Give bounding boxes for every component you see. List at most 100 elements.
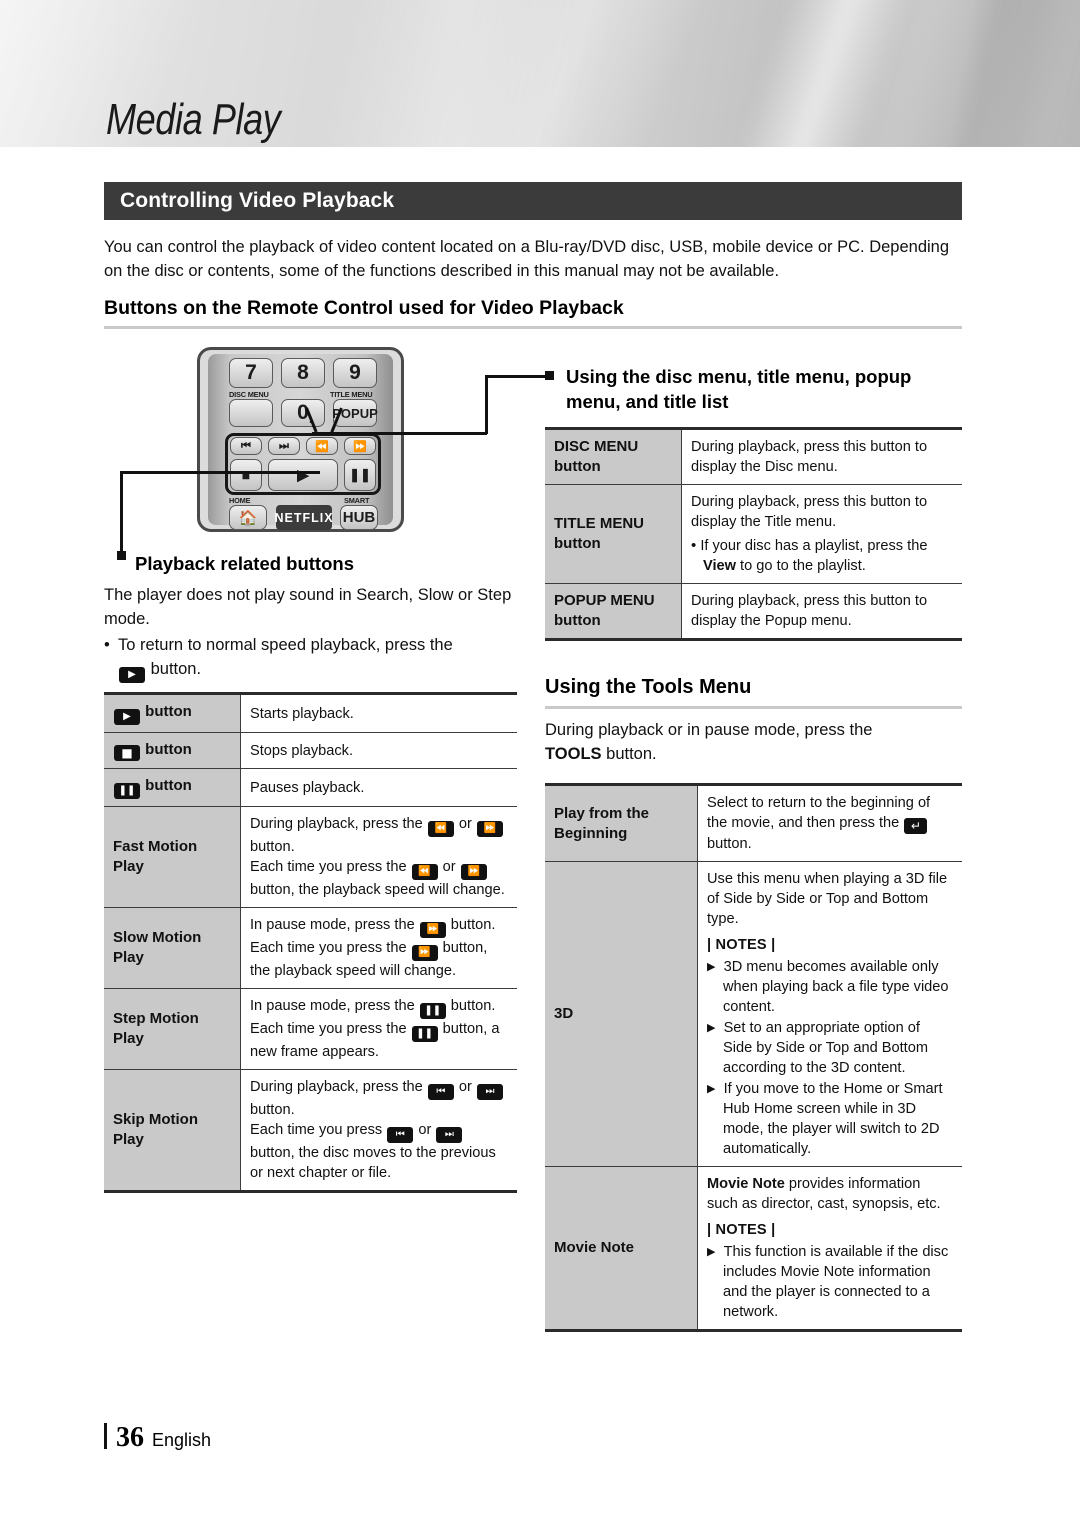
movie-note-emphasis: Movie Note	[707, 1176, 785, 1192]
footer-rule	[104, 1423, 107, 1449]
row-value-text: During playback, press this button to di…	[691, 494, 928, 530]
chapter-title: Media Play	[106, 95, 281, 144]
leader-line-playback-h2	[120, 471, 224, 474]
next-icon: ⏭	[436, 1127, 463, 1143]
leader-square-playback	[117, 551, 126, 560]
previous-icon: ⏮	[427, 1084, 454, 1100]
table-row: POPUP MENU button During playback, press…	[545, 583, 962, 641]
note-text: 3D menu becomes available only when play…	[723, 959, 949, 1015]
section-title: Controlling Video Playback	[120, 189, 395, 212]
next-icon: ⏭	[476, 1084, 503, 1100]
row-value-text: Use this menu when playing a 3D file of …	[707, 871, 948, 927]
table-row: DISC MENU button During playback, press …	[545, 427, 962, 485]
menu-buttons-table: DISC MENU button During playback, press …	[545, 427, 962, 641]
remote-label-home: HOME	[229, 496, 251, 505]
banner-sheen-2	[298, 0, 622, 147]
subsection-heading: Buttons on the Remote Control used for V…	[104, 297, 624, 319]
stop-icon: ■	[114, 745, 140, 761]
playback-note-line1: The player does not play sound in Search…	[104, 586, 512, 628]
leader-line-playback-v	[120, 471, 123, 552]
view-emphasis: View	[703, 558, 736, 574]
triangle-right-icon: ▶	[707, 1083, 716, 1095]
bullet-dot: •	[691, 537, 697, 554]
remote-label-smart: SMART	[344, 496, 370, 505]
remote-key-next: ⏭	[268, 437, 300, 455]
key-label: button	[145, 741, 192, 758]
notes-label: | NOTES |	[707, 937, 776, 953]
leader-line-disc-h	[312, 432, 487, 435]
table-row: Fast Motion Play During playback, press …	[104, 806, 517, 908]
leader-line-disc-v	[485, 375, 488, 434]
pause-icon: ❚❚	[411, 1026, 438, 1042]
row-key-play-from-beginning: Play from the Beginning	[545, 783, 698, 862]
row-value-fast-motion: During playback, press the ⏪ or ⏩ button…	[240, 806, 517, 908]
triangle-right-icon: ▶	[707, 1246, 716, 1258]
intro-paragraph: You can control the playback of video co…	[104, 238, 950, 280]
fast-forward-icon: ⏩	[411, 945, 438, 961]
remote-key-fast-forward: ⏩	[344, 437, 376, 455]
note-item: ▶ This function is available if the disc…	[707, 1242, 953, 1322]
remote-key-rewind: ⏪	[306, 437, 338, 455]
note-item: ▶ 3D menu becomes available only when pl…	[707, 957, 953, 1017]
leader-line-disc-h2	[485, 375, 545, 378]
remote-key-netflix: NETFLIX	[274, 505, 333, 530]
remote-key-stop: ■	[230, 459, 262, 491]
row-key-movie-note: Movie Note	[545, 1166, 698, 1332]
row-key-step-motion: Step Motion Play	[104, 988, 241, 1070]
table-row: Skip Motion Play During playback, press …	[104, 1069, 517, 1193]
playback-buttons-table: ▶ button Starts playback. ■ button Stops…	[104, 692, 517, 1193]
banner-sheen-1	[716, 0, 924, 147]
row-value-stop: Stops playback.	[240, 732, 517, 769]
remote-key-smart-hub: HUB	[340, 505, 378, 530]
tools-button-name: TOOLS	[545, 745, 602, 763]
remote-label-disc-menu: DISC MENU	[229, 390, 269, 399]
table-row: Slow Motion Play In pause mode, press th…	[104, 907, 517, 989]
tools-menu-divider	[545, 706, 962, 709]
play-icon: ▶	[119, 667, 145, 683]
note-text: This function is available if the disc i…	[723, 1244, 949, 1320]
row-value-pre: Select to return to the beginning of the…	[707, 795, 931, 831]
remote-key-0: 0	[281, 399, 325, 427]
table-row: Play from the Beginning Select to return…	[545, 783, 962, 862]
subsection-divider	[104, 326, 962, 329]
fast-forward-icon: ⏩	[419, 922, 446, 938]
triangle-right-icon: ▶	[707, 961, 716, 973]
row-key-play: ▶ button	[104, 692, 241, 733]
tools-menu-heading: Using the Tools Menu	[545, 676, 752, 698]
key-label: button	[145, 777, 192, 794]
callout-playback-related: Playback related buttons	[135, 553, 354, 574]
tools-menu-table: Play from the Beginning Select to return…	[545, 783, 962, 1332]
callout-disc-title-popup: Using the disc menu, title menu, popup m…	[566, 366, 912, 412]
triangle-right-icon: ▶	[707, 1022, 716, 1034]
row-value-skip-motion: During playback, press the ⏮ or ⏭ button…	[240, 1069, 517, 1193]
row-value-slow-motion: In pause mode, press the ⏩ button. Each …	[240, 907, 517, 989]
row-value-play-from-beginning: Select to return to the beginning of the…	[697, 783, 962, 862]
row-value-disc-menu: During playback, press this button to di…	[681, 427, 962, 485]
remote-key-8: 8	[281, 358, 325, 388]
play-icon: ▶	[114, 709, 140, 725]
remote-label-title-menu: TITLE MENU	[330, 390, 373, 399]
leader-square-disc	[545, 371, 554, 380]
remote-key-disc-menu	[229, 399, 273, 427]
fast-forward-icon: ⏩	[476, 821, 503, 837]
note-item: ▶ Set to an appropriate option of Side b…	[707, 1018, 953, 1078]
key-label: button	[145, 703, 192, 720]
row-value-movie-note: Movie Note provides information such as …	[697, 1166, 962, 1332]
remote-key-play: ▶	[268, 459, 338, 491]
row-value-title-menu: During playback, press this button to di…	[681, 484, 962, 584]
rewind-icon: ⏪	[411, 864, 438, 880]
table-row: Step Motion Play In pause mode, press th…	[104, 988, 517, 1070]
tools-intro: During playback or in pause mode, press …	[545, 718, 962, 766]
row-value-pause: Pauses playback.	[240, 768, 517, 807]
row-key-fast-motion: Fast Motion Play	[104, 806, 241, 908]
home-icon: 🏠	[229, 505, 267, 530]
row-key-pause: ❚❚ button	[104, 768, 241, 807]
remote-key-7: 7	[229, 358, 273, 388]
row-key-title-menu: TITLE MENU button	[545, 484, 682, 584]
table-row: ■ button Stops playback.	[104, 732, 517, 769]
table-row: Movie Note Movie Note provides informati…	[545, 1166, 962, 1332]
fast-forward-icon: ⏩	[460, 864, 487, 880]
row-value-play: Starts playback.	[240, 692, 517, 733]
note-text: If you move to the Home or Smart Hub Hom…	[723, 1081, 943, 1157]
table-row: TITLE MENU button During playback, press…	[545, 484, 962, 584]
